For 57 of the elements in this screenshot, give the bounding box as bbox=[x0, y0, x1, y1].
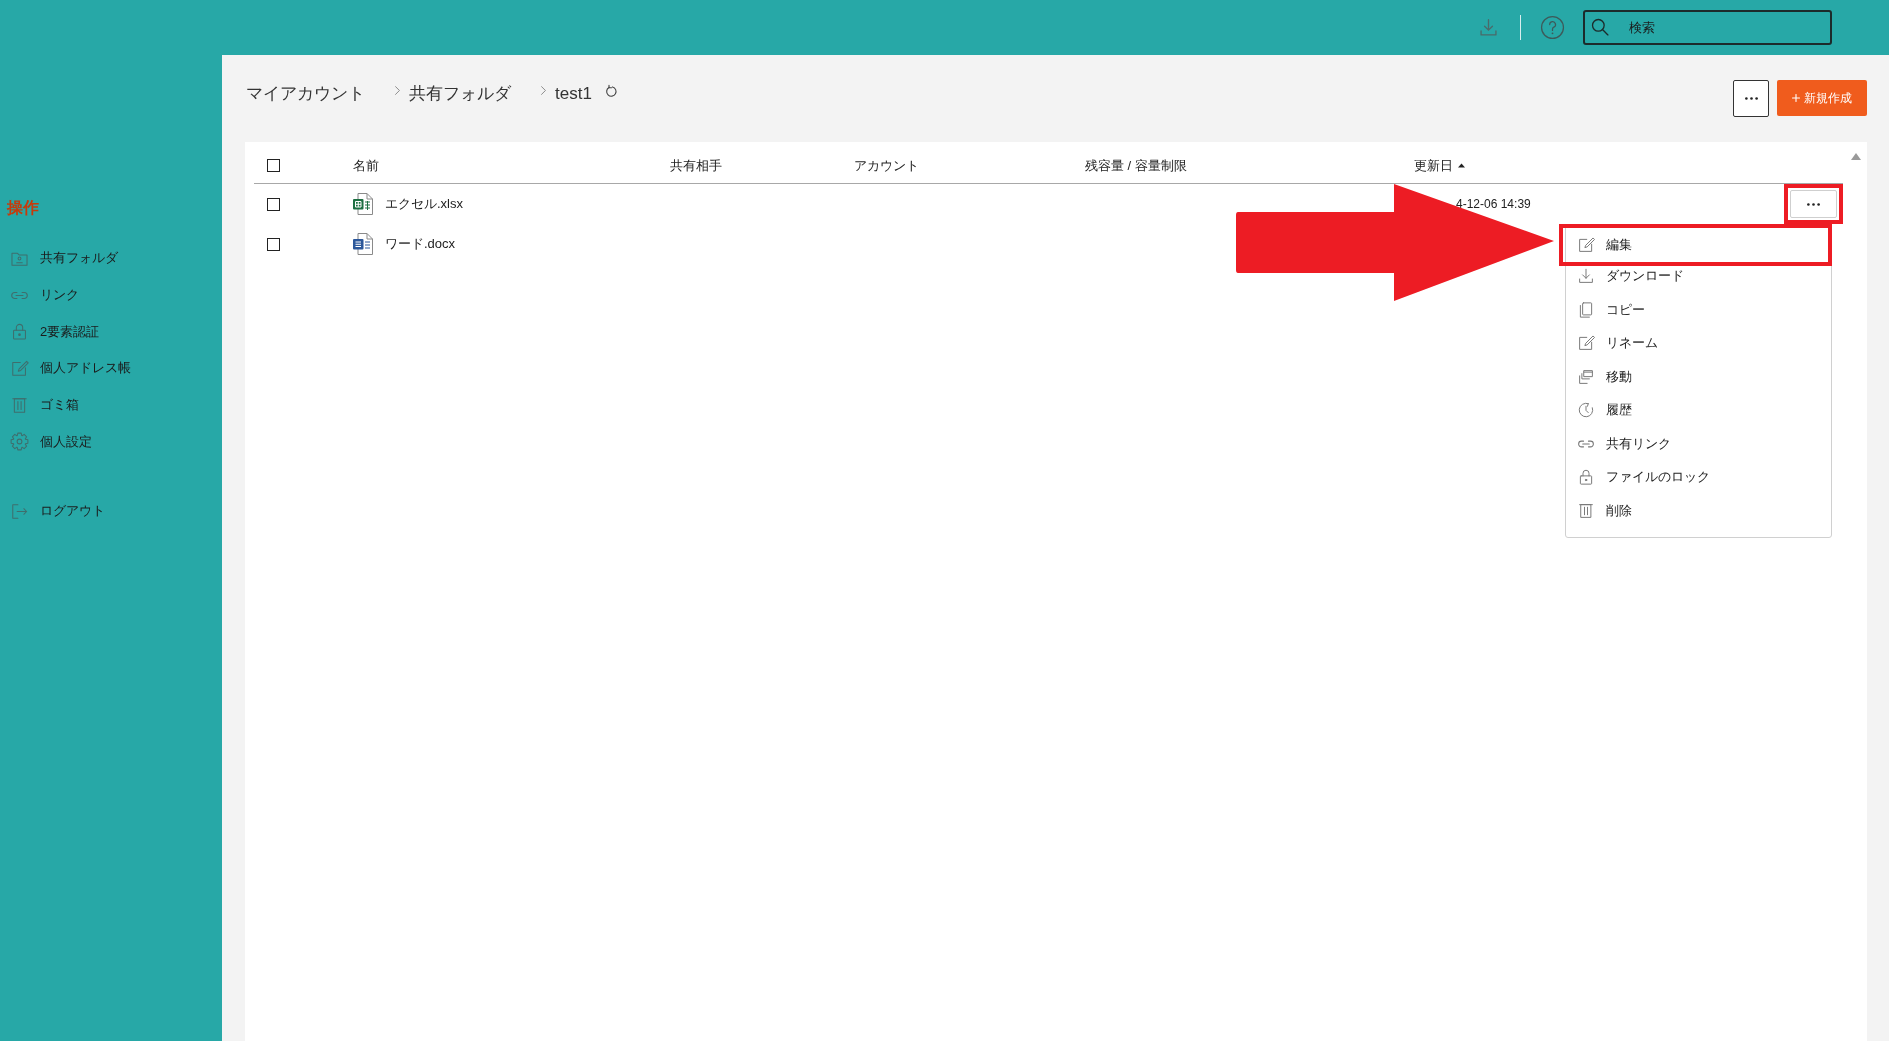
search-icon bbox=[1590, 17, 1610, 37]
sidebar-item[interactable]: ゴミ箱 bbox=[0, 386, 85, 424]
chevron-icon bbox=[395, 85, 400, 95]
edit-icon bbox=[10, 358, 29, 378]
menu-item[interactable]: 履歴 bbox=[1566, 393, 1831, 427]
breadcrumb-link[interactable]: test1 bbox=[554, 80, 592, 108]
checkbox[interactable] bbox=[267, 197, 280, 211]
column-header[interactable]: 残容量 / 容量制限 bbox=[1085, 156, 1187, 175]
modified-date: 4-12-06 14:39 bbox=[1456, 197, 1531, 211]
sidebar-item[interactable]: 2要素認証 bbox=[0, 313, 106, 351]
column-header[interactable]: 更新日 bbox=[1414, 156, 1465, 175]
file-name[interactable]: ワード.docx bbox=[385, 235, 456, 253]
scroll-up-icon[interactable] bbox=[1851, 153, 1861, 160]
menu-item[interactable]: 共有リンク bbox=[1566, 427, 1831, 461]
column-header[interactable]: 共有相手 bbox=[670, 156, 722, 175]
menu-item[interactable]: 編集 bbox=[1563, 228, 1828, 262]
sidebar-item[interactable]: リンク bbox=[0, 276, 85, 314]
chevron-icon bbox=[541, 85, 546, 95]
breadcrumb-link[interactable]: 共有フォルダ bbox=[408, 80, 511, 108]
menu-item[interactable]: コピー bbox=[1566, 293, 1831, 327]
edit-icon bbox=[1577, 334, 1595, 353]
document-file-icon bbox=[353, 233, 373, 255]
breadcrumb-link[interactable]: マイアカウント bbox=[245, 80, 365, 108]
help-icon[interactable] bbox=[1540, 15, 1565, 40]
plus-icon bbox=[1792, 94, 1800, 102]
sidebar-item[interactable]: 個人設定 bbox=[0, 423, 98, 461]
menu-item[interactable]: 削除 bbox=[1566, 494, 1831, 528]
column-header[interactable]: 名前 bbox=[353, 156, 379, 175]
checkbox[interactable] bbox=[267, 237, 280, 251]
windows-icon bbox=[1577, 367, 1595, 386]
lock-icon bbox=[10, 322, 29, 342]
spreadsheet-file-icon bbox=[353, 193, 373, 215]
logout-link[interactable]: ログアウト bbox=[0, 493, 111, 530]
lock-icon bbox=[1577, 468, 1595, 487]
refresh-icon[interactable] bbox=[603, 83, 619, 99]
edit-icon bbox=[1577, 235, 1595, 254]
menu-item[interactable]: 移動 bbox=[1566, 360, 1831, 394]
sidebar-heading: 操作 bbox=[5, 198, 39, 218]
logout-icon bbox=[10, 501, 29, 521]
trash-icon bbox=[10, 395, 29, 415]
file-name[interactable]: エクセル.xlsx bbox=[385, 195, 463, 213]
more-icon bbox=[1744, 97, 1758, 100]
history-icon bbox=[1577, 401, 1595, 420]
menu-item[interactable]: ファイルのロック bbox=[1566, 460, 1831, 494]
trash-icon bbox=[1577, 501, 1595, 520]
copy-icon bbox=[1577, 300, 1595, 319]
menu-item[interactable]: ダウンロード bbox=[1566, 259, 1831, 293]
sidebar-item[interactable]: 共有フォルダ bbox=[0, 240, 124, 277]
download-icon bbox=[1577, 267, 1595, 286]
column-header[interactable]: アカウント bbox=[854, 156, 919, 175]
menu-item[interactable]: リネーム bbox=[1566, 326, 1831, 360]
gear-icon bbox=[10, 432, 29, 452]
search-field[interactable]: 検索 bbox=[1583, 10, 1832, 45]
more-icon bbox=[1807, 202, 1820, 206]
more-button[interactable] bbox=[1733, 80, 1769, 117]
select-all-checkbox[interactable] bbox=[267, 159, 280, 172]
sidebar-item[interactable]: 個人アドレス帳 bbox=[0, 350, 137, 387]
